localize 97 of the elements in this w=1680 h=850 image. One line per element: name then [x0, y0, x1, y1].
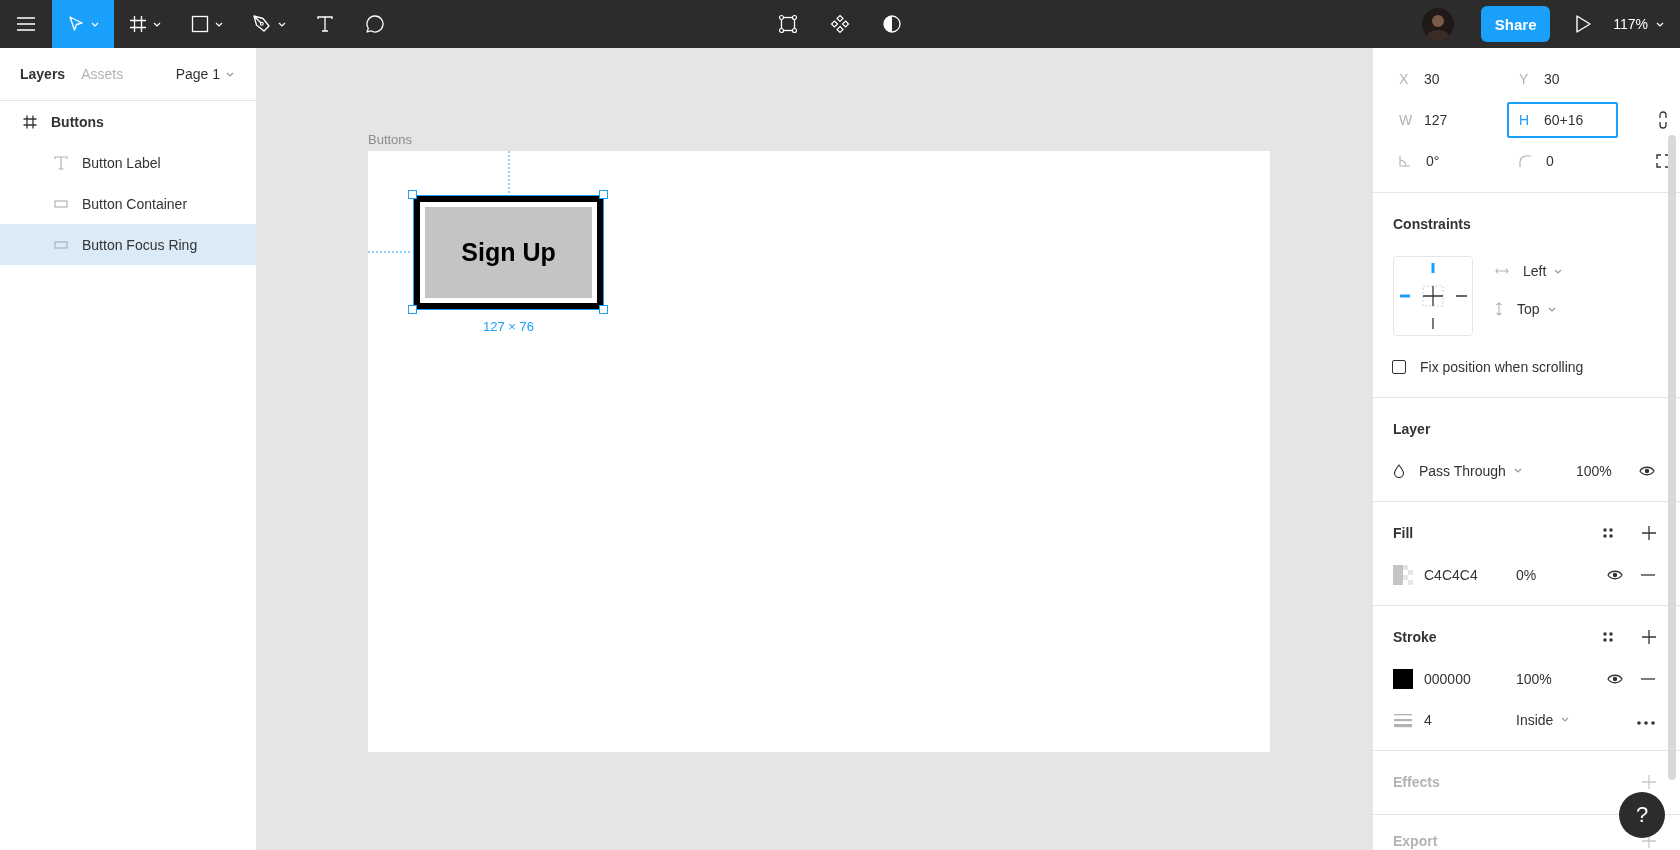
half-circle-icon — [882, 14, 902, 34]
rectangle-icon — [54, 198, 68, 209]
opacity-value[interactable]: 0% — [1516, 566, 1597, 583]
section-title: Layer — [1393, 420, 1432, 439]
chevron-icon — [1513, 468, 1522, 473]
guide-line — [508, 151, 510, 195]
resize-handle[interactable] — [408, 305, 417, 314]
chevron-icon — [215, 21, 223, 27]
eye-icon[interactable] — [1607, 672, 1623, 685]
chevron-icon — [278, 21, 286, 27]
comment-icon — [365, 14, 385, 34]
corner-radius-icon — [1519, 154, 1531, 167]
eye-icon[interactable] — [1639, 464, 1655, 477]
eye-icon[interactable] — [1607, 568, 1623, 581]
avatar — [1422, 8, 1455, 40]
stroke-weight-icon — [1393, 711, 1413, 728]
scrollbar[interactable] — [1668, 135, 1676, 780]
styles-icon[interactable] — [1602, 631, 1614, 643]
resize-handle[interactable] — [599, 305, 608, 314]
play-icon — [1574, 14, 1593, 34]
zoom-dropdown[interactable]: 117% — [1611, 0, 1666, 48]
rectangle-icon — [54, 239, 68, 250]
field-label: Y — [1519, 70, 1529, 87]
blend-mode-dropdown[interactable]: Pass Through — [1419, 462, 1576, 479]
number-field[interactable]: W 127 — [1387, 101, 1498, 138]
field-value: 60+16 — [1544, 111, 1584, 128]
minus-icon[interactable] — [1641, 573, 1655, 576]
field-label: X — [1399, 70, 1409, 87]
minus-icon[interactable] — [1641, 677, 1655, 680]
field-value: 30 — [1544, 70, 1560, 87]
layer-item[interactable]: Buttons — [0, 101, 256, 142]
node-square-icon — [778, 14, 798, 34]
field-value: 127 — [1424, 111, 1448, 128]
horizontal-arrow-icon — [1495, 267, 1509, 275]
color-swatch[interactable] — [1393, 668, 1413, 689]
rectangle-icon — [191, 15, 209, 33]
number-field[interactable]: Y 30 — [1507, 60, 1618, 97]
panel-tab[interactable]: Layers — [12, 62, 74, 86]
link-icon[interactable] — [1658, 109, 1668, 130]
number-field[interactable]: 0° — [1387, 142, 1498, 179]
menu-icon — [17, 17, 35, 31]
pen-icon — [252, 14, 272, 34]
hex-value[interactable]: C4C4C4 — [1424, 566, 1516, 583]
chevron-icon — [91, 21, 99, 27]
chevron-icon — [1561, 717, 1570, 722]
section-title: Constraints — [1393, 215, 1472, 234]
blend-mode-icon — [1393, 463, 1405, 478]
corners-icon[interactable] — [1656, 153, 1670, 168]
help-button[interactable]: ? — [1619, 792, 1665, 838]
chevron-icon — [226, 71, 234, 77]
checkbox-label: Fix position when scrolling — [1420, 358, 1584, 375]
resize-handle[interactable] — [408, 190, 417, 199]
chevron-icon — [1554, 268, 1563, 274]
section-title: Effects — [1393, 773, 1441, 792]
angle-icon — [1399, 154, 1411, 167]
chevron-icon — [1656, 21, 1664, 27]
guide-line — [368, 251, 412, 253]
section-title: Stroke — [1393, 628, 1438, 647]
section-title: Export — [1393, 832, 1439, 850]
frame-icon — [129, 15, 147, 33]
checkbox[interactable] — [1392, 359, 1406, 374]
more-icon[interactable] — [1637, 720, 1655, 725]
frame-icon — [23, 114, 37, 129]
vertical-arrow-icon — [1495, 302, 1503, 316]
field-value: 30 — [1424, 70, 1440, 87]
styles-icon[interactable] — [1602, 527, 1614, 539]
stroke-weight-value[interactable]: 4 — [1424, 711, 1516, 728]
layer-item[interactable]: Button Container — [0, 183, 256, 224]
vertical-constraint-dropdown[interactable]: Top — [1517, 301, 1556, 317]
diamonds-icon — [830, 14, 850, 34]
cursor-icon — [67, 15, 85, 33]
number-field[interactable]: 0 — [1507, 142, 1618, 179]
field-value: 0 — [1546, 152, 1554, 169]
page-dropdown[interactable]: Page 1 — [169, 62, 240, 86]
hex-value[interactable]: 000000 — [1424, 670, 1516, 687]
layer-item[interactable]: Button Focus Ring — [0, 224, 256, 265]
resize-handle[interactable] — [599, 190, 608, 199]
field-value: 0° — [1426, 152, 1440, 169]
selection-box[interactable]: Sign Up — [413, 195, 604, 310]
number-field[interactable]: X 30 — [1387, 60, 1498, 97]
stroke-position-dropdown[interactable]: Inside — [1516, 711, 1570, 728]
canvas-button: Sign Up — [425, 207, 592, 298]
chevron-icon — [153, 21, 161, 27]
text-icon — [54, 155, 68, 170]
opacity-value[interactable]: 100% — [1516, 670, 1597, 687]
opacity-value[interactable]: 100% — [1576, 462, 1631, 479]
layer-item[interactable]: Button Label — [0, 142, 256, 183]
field-label: H — [1519, 111, 1529, 128]
color-swatch[interactable] — [1393, 564, 1413, 585]
plus-icon[interactable] — [1642, 526, 1656, 540]
number-field[interactable]: H 60+16 — [1507, 101, 1618, 138]
chevron-icon — [1547, 306, 1556, 312]
section-title: Fill — [1393, 524, 1415, 543]
text-icon — [316, 15, 334, 33]
plus-icon[interactable] — [1642, 630, 1656, 644]
size-label: 127 × 76 — [483, 319, 534, 334]
horizontal-constraint-dropdown[interactable]: Left — [1523, 263, 1563, 279]
